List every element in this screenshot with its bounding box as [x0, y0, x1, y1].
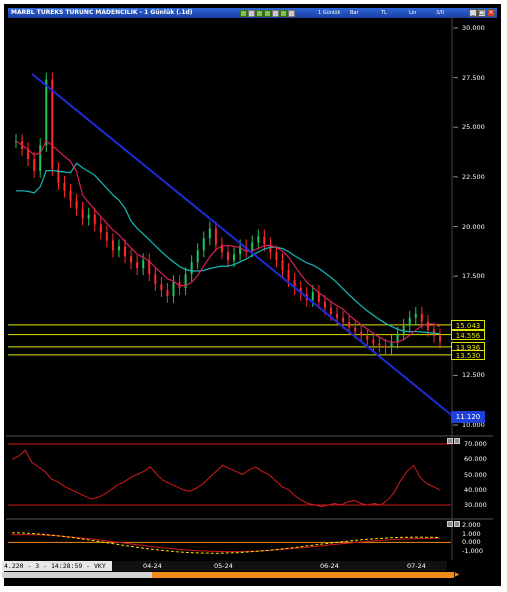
layout-field[interactable]: 3/0 [436, 9, 444, 17]
chart-type-field[interactable]: Bar [350, 9, 359, 17]
macd-panel-settings-icon[interactable] [454, 521, 460, 527]
hline-label: 13.530 [451, 349, 485, 360]
window-controls: _ □ × [469, 9, 495, 17]
macd-tick-label: -1.000 [462, 547, 483, 555]
chart-window: MARBL TUREKS TURUNC MADENCILIK - 1 Günlü… [4, 4, 501, 586]
rsi-tick-label: 60.000 [464, 455, 487, 464]
maximize-icon[interactable]: □ [478, 9, 486, 17]
price-tick-label: 12.500 [462, 371, 485, 380]
close-icon[interactable]: × [487, 9, 495, 17]
time-label: 04-24 [143, 562, 162, 570]
toolbar [240, 9, 295, 17]
hline-label: 14.556 [451, 329, 485, 340]
time-label: 05-24 [214, 562, 233, 570]
price-tick-label: 17.500 [462, 272, 485, 281]
price-tick-label: 27.500 [462, 73, 485, 82]
toolbar-button-6[interactable] [280, 9, 287, 17]
macd-tick-label: 1.000 [462, 529, 481, 538]
scale-field[interactable]: Lin [409, 9, 416, 17]
price-tick-label: 30.000 [462, 24, 485, 32]
rsi-tick-label: 40.000 [464, 485, 487, 494]
toolbar-button-2[interactable] [248, 9, 255, 17]
price-tick-label: 20.000 [462, 222, 485, 231]
horizontal-scrollbar[interactable] [2, 572, 456, 578]
rsi-panel-settings-icon[interactable] [454, 438, 460, 444]
time-label: 07-24 [407, 562, 426, 570]
period-field[interactable]: 1 Günlük [318, 9, 340, 17]
minimize-icon[interactable]: _ [469, 9, 477, 17]
toolbar-button-4[interactable] [264, 9, 271, 17]
time-label: 06-24 [320, 562, 339, 570]
scroll-right-icon[interactable]: ▶ [454, 572, 460, 578]
price-tick-label: 22.500 [462, 172, 485, 181]
toolbar-button-5[interactable] [272, 9, 279, 17]
title-bar[interactable]: MARBL TUREKS TURUNC MADENCILIK - 1 Günlü… [8, 8, 497, 18]
currency-field[interactable]: TL [381, 9, 387, 17]
time-axis: 04-24 05-24 06-24 07-24 [112, 561, 447, 571]
rsi-tick-label: 30.000 [464, 501, 487, 509]
toolbar-button-7[interactable] [288, 9, 295, 17]
window-title: MARBL TUREKS TURUNC MADENCILIK - 1 Günlü… [11, 9, 193, 16]
hline-label: 15.043 [451, 319, 485, 330]
macd-tick-label: 0.000 [462, 538, 481, 547]
toolbar-button-3[interactable] [256, 9, 263, 17]
rsi-panel-close-icon[interactable] [447, 438, 453, 444]
scrollbar-track[interactable] [2, 572, 152, 578]
rsi-tick-label: 50.000 [464, 470, 487, 479]
macd-panel-close-icon[interactable] [447, 521, 453, 527]
toolbar-button-1[interactable] [240, 9, 247, 17]
price-tick-label: 25.000 [462, 123, 485, 132]
current-price-box: 11.120 [451, 411, 485, 423]
status-bar: 4.220 - 3 - 14:28:59 - VKY - ACP [2, 561, 112, 580]
rsi-tick-label: 70.000 [464, 440, 487, 448]
macd-tick-label: 2.000 [462, 521, 481, 529]
